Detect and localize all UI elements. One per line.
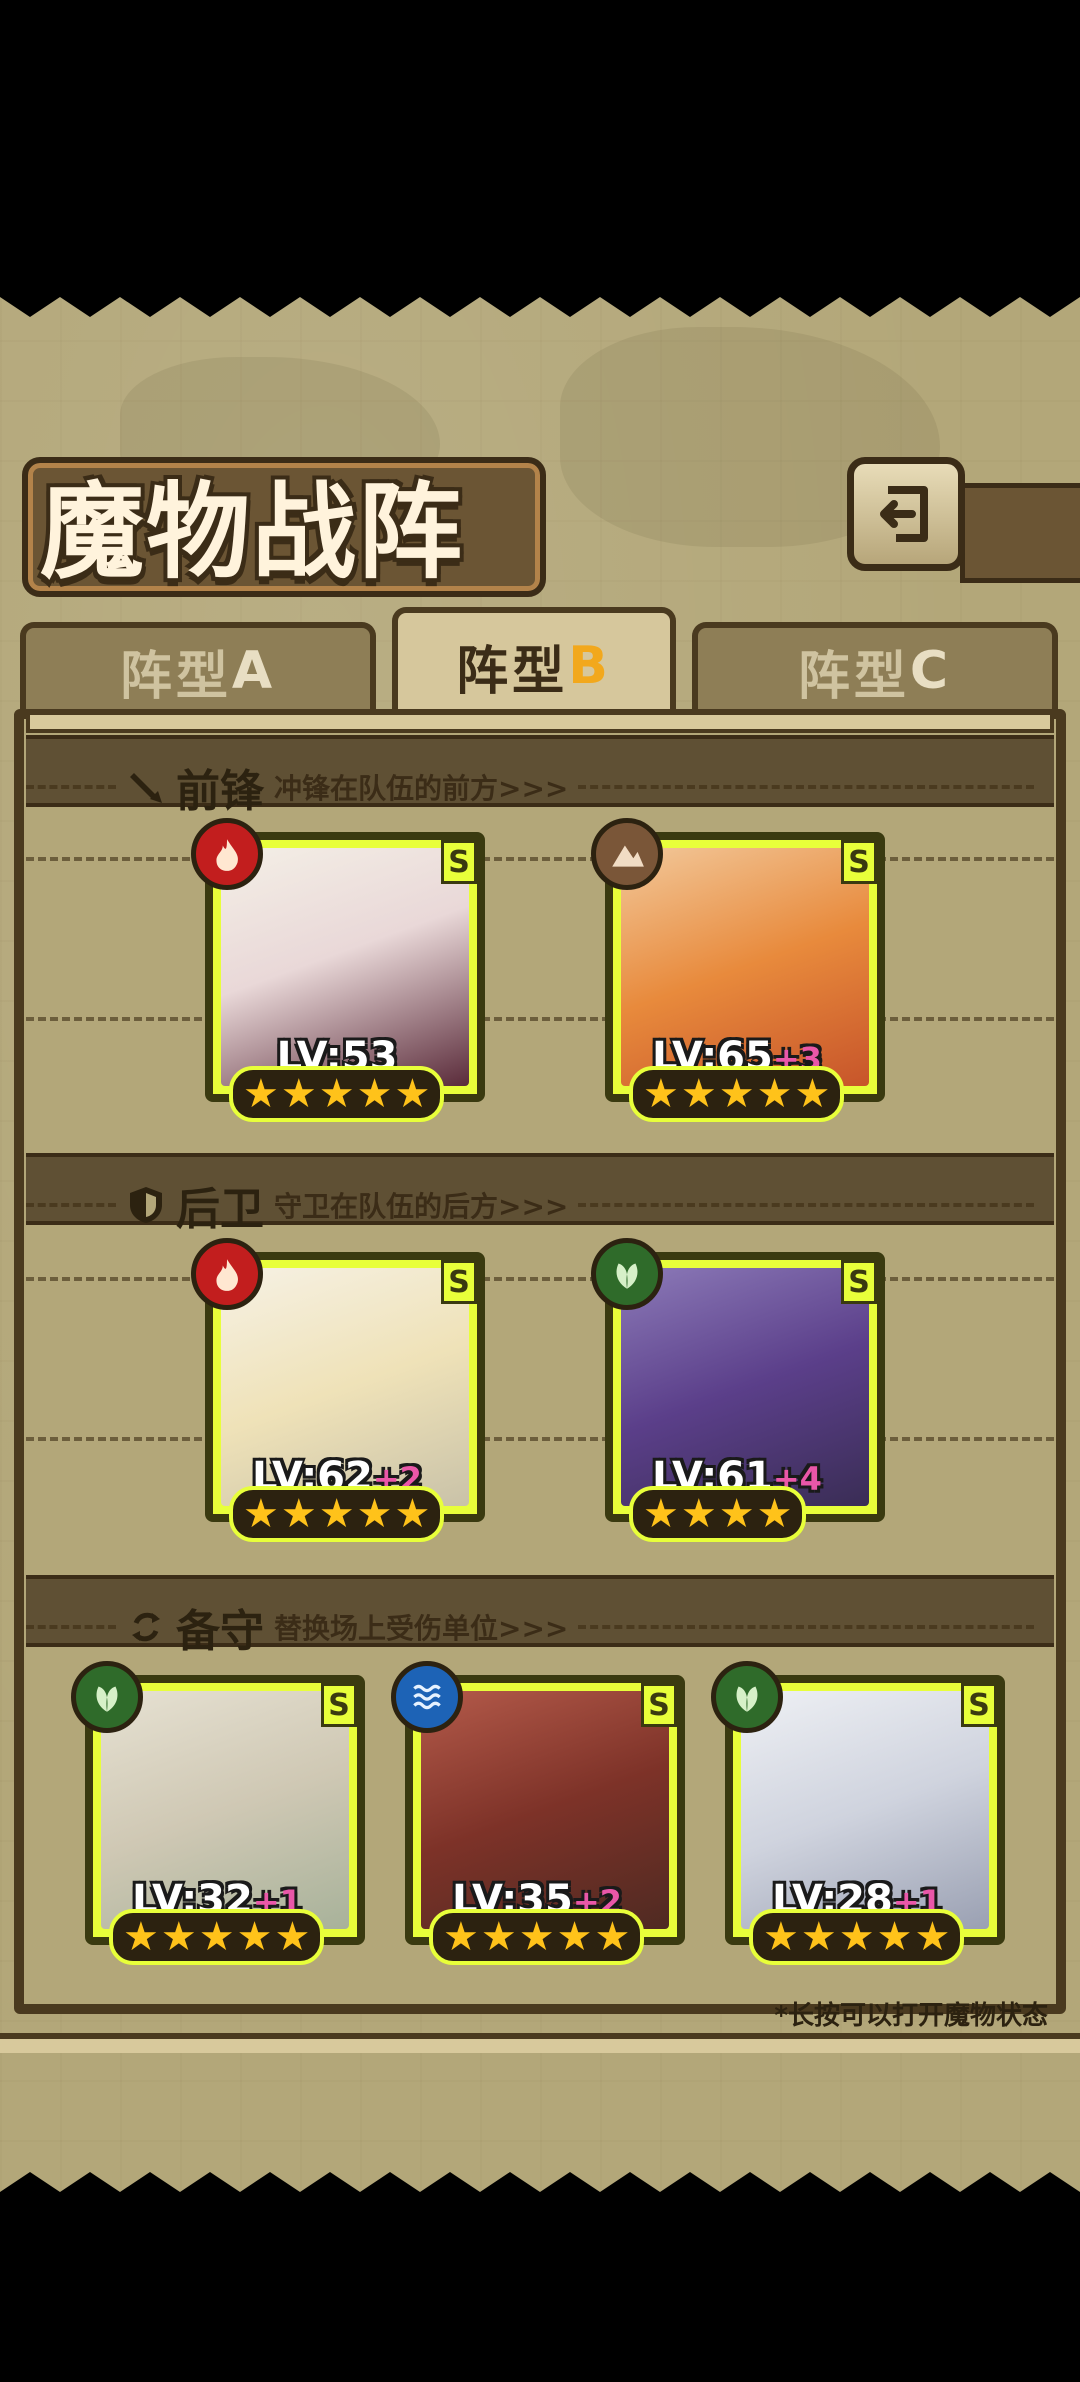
unit-card-reserve-3[interactable]: S LV:28+1 ★ ★ ★ ★ ★ [711, 1661, 1005, 1965]
tab-letter: A [231, 641, 277, 701]
star-icon: ★ [718, 1071, 755, 1117]
star-icon: ★ [643, 1491, 679, 1537]
star-icon: ★ [800, 1914, 837, 1960]
star-icon: ★ [518, 1914, 555, 1960]
star-icon: ★ [356, 1071, 393, 1117]
element-nature-icon [711, 1661, 783, 1733]
star-icon: ★ [123, 1914, 159, 1960]
torn-edge-bottom [0, 2172, 1080, 2202]
section-header-rear: 后卫 守卫在队伍的后方>>> [26, 1175, 1054, 1235]
row-guide [26, 1017, 1054, 1021]
star-rating: ★ ★ ★ ★ ★ [749, 1909, 965, 1965]
star-icon: ★ [243, 1071, 279, 1117]
tab-label: 阵型 [119, 646, 232, 707]
star-rating: ★ ★ ★ ★ ★ [229, 1066, 445, 1122]
row-guide [26, 1437, 1054, 1441]
unit-card-front-1[interactable]: S LV:53 ★ ★ ★ ★ ★ [191, 818, 485, 1122]
element-fire-icon [191, 1238, 263, 1310]
tab-letter: C [909, 641, 953, 701]
star-icon: ★ [680, 1491, 717, 1537]
star-rating: ★ ★ ★ ★ [629, 1486, 807, 1542]
rank-badge: S [841, 1260, 877, 1304]
star-icon: ★ [394, 1071, 431, 1117]
star-icon: ★ [318, 1491, 355, 1537]
rank-badge: S [961, 1683, 997, 1727]
star-icon: ★ [680, 1071, 717, 1117]
star-icon: ★ [756, 1071, 793, 1117]
section-subtitle: 冲锋在队伍的前方>>> [274, 772, 569, 805]
shield-icon [126, 1185, 166, 1225]
section-header-front: 前锋 冲锋在队伍的前方>>> [26, 757, 1054, 817]
unit-card-reserve-2[interactable]: S LV:35+2 ★ ★ ★ ★ ★ [391, 1661, 685, 1965]
star-icon: ★ [480, 1914, 517, 1960]
back-bar [960, 483, 1080, 583]
page-title: 魔物战阵 [40, 470, 465, 593]
star-rating: ★ ★ ★ ★ ★ [629, 1066, 845, 1122]
star-icon: ★ [718, 1491, 755, 1537]
star-icon: ★ [274, 1914, 311, 1960]
section-subtitle: 替换场上受伤单位>>> [274, 1612, 569, 1645]
unit-card-reserve-1[interactable]: S LV:32+1 ★ ★ ★ ★ ★ [71, 1661, 365, 1965]
section-header-reserve: 备守 替换场上受伤单位>>> [26, 1597, 1054, 1657]
star-icon: ★ [756, 1491, 793, 1537]
star-icon: ★ [356, 1491, 393, 1537]
star-icon: ★ [556, 1914, 593, 1960]
rank-badge: S [441, 840, 477, 884]
star-icon: ★ [160, 1914, 197, 1960]
formation-screen: 魔物战阵 阵型 A 阵型 B 阵型 C 前锋 冲锋在队伍的前方>>> 后卫 守卫… [0, 287, 1080, 2202]
star-icon: ★ [198, 1914, 235, 1960]
star-icon: ★ [280, 1491, 317, 1537]
tab-label: 阵型 [456, 641, 569, 702]
star-icon: ★ [236, 1914, 273, 1960]
star-icon: ★ [594, 1914, 631, 1960]
star-icon: ★ [243, 1491, 279, 1537]
row-guide [26, 1277, 1054, 1281]
star-icon: ★ [318, 1071, 355, 1117]
sword-icon [126, 767, 166, 807]
swap-icon [126, 1607, 166, 1647]
star-icon: ★ [280, 1071, 317, 1117]
star-rating: ★ ★ ★ ★ ★ [229, 1486, 445, 1542]
star-icon: ★ [763, 1914, 799, 1960]
panel-top-rail [26, 711, 1054, 733]
element-fire-icon [191, 818, 263, 890]
star-icon: ★ [914, 1914, 951, 1960]
star-rating: ★ ★ ★ ★ ★ [429, 1909, 645, 1965]
section-title: 前锋 [176, 766, 264, 817]
star-icon: ★ [794, 1071, 831, 1117]
star-icon: ★ [643, 1071, 679, 1117]
section-title: 后卫 [176, 1184, 264, 1235]
element-nature-icon [591, 1238, 663, 1310]
rank-badge: S [641, 1683, 677, 1727]
tab-formation-a[interactable]: 阵型 A [20, 622, 376, 714]
element-water-icon [391, 1661, 463, 1733]
tab-letter: B [568, 636, 612, 696]
tab-formation-c[interactable]: 阵型 C [692, 622, 1058, 714]
torn-edge-top [0, 287, 1080, 317]
unit-card-rear-1[interactable]: S LV:62+2 ★ ★ ★ ★ ★ [191, 1238, 485, 1542]
section-title: 备守 [176, 1606, 264, 1657]
star-icon: ★ [443, 1914, 479, 1960]
star-icon: ★ [394, 1491, 431, 1537]
star-rating: ★ ★ ★ ★ ★ [109, 1909, 325, 1965]
unit-card-rear-2[interactable]: S LV:61+4 ★ ★ ★ ★ [591, 1238, 885, 1542]
back-button[interactable] [847, 457, 965, 571]
rank-badge: S [441, 1260, 477, 1304]
tab-formation-b[interactable]: 阵型 B [392, 607, 676, 719]
element-nature-icon [71, 1661, 143, 1733]
unit-card-front-2[interactable]: S LV:65+3 ★ ★ ★ ★ ★ [591, 818, 885, 1122]
star-icon: ★ [838, 1914, 875, 1960]
element-earth-icon [591, 818, 663, 890]
hint-text: *长按可以打开魔物状态 [774, 2001, 1048, 2031]
section-subtitle: 守卫在队伍的后方>>> [274, 1190, 569, 1223]
rank-badge: S [321, 1683, 357, 1727]
rank-badge: S [841, 840, 877, 884]
tab-label: 阵型 [797, 646, 910, 707]
row-guide [26, 857, 1054, 861]
star-icon: ★ [876, 1914, 913, 1960]
panel-bottom-rail [0, 2033, 1080, 2053]
back-arrow-icon [880, 486, 928, 542]
